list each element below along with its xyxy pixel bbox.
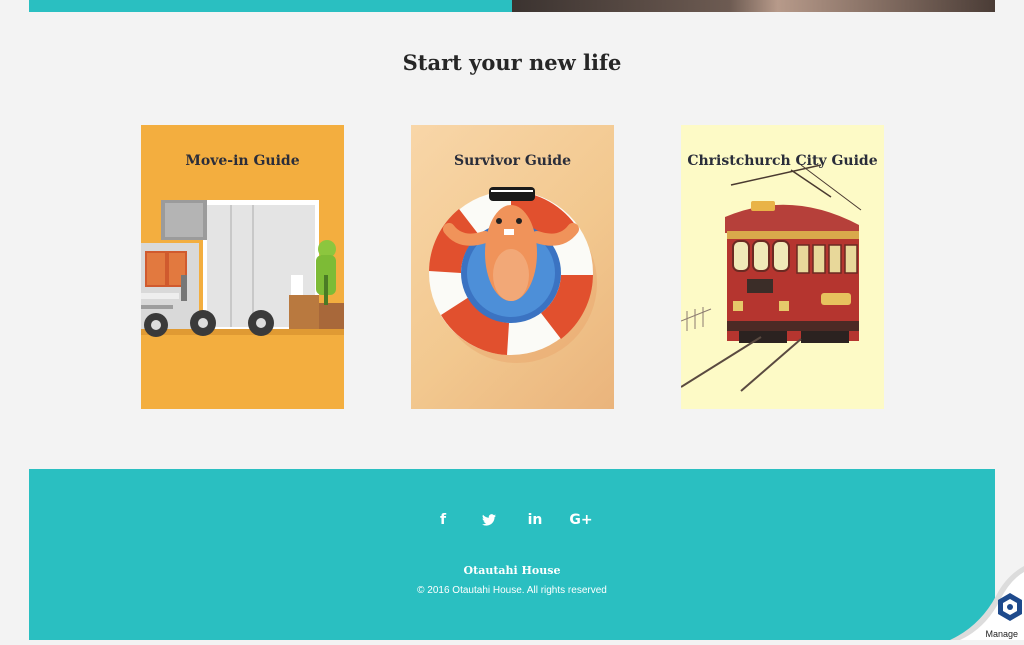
footer-brand-name: Otautahi House <box>463 564 561 577</box>
footer: f in G+ Otautahi House © 2016 Otautahi H… <box>29 469 995 640</box>
twitter-icon[interactable] <box>466 510 512 530</box>
top-banner <box>29 0 995 12</box>
card-survivor-guide[interactable]: Survivor Guide <box>411 125 614 409</box>
manage-widget[interactable]: Manage <box>950 566 1024 640</box>
linkedin-icon[interactable]: in <box>512 510 558 530</box>
card-title: Survivor Guide <box>454 153 571 169</box>
manage-label: Manage <box>985 629 1018 639</box>
facebook-icon[interactable]: f <box>420 510 466 530</box>
social-links: f in G+ <box>29 510 995 530</box>
copyright-text: © 2016 Otautahi House. All rights reserv… <box>417 585 607 596</box>
banner-teal-strip <box>29 0 512 12</box>
section-title: Start your new life <box>402 50 622 75</box>
card-move-in-guide[interactable]: Move-in Guide <box>141 125 344 409</box>
card-title: Move-in Guide <box>185 153 300 169</box>
google-plus-icon[interactable]: G+ <box>558 510 604 530</box>
banner-photo <box>512 0 995 12</box>
card-christchurch-city-guide[interactable]: Christchurch City Guide <box>681 125 884 409</box>
card-title: Christchurch City Guide <box>687 153 878 169</box>
